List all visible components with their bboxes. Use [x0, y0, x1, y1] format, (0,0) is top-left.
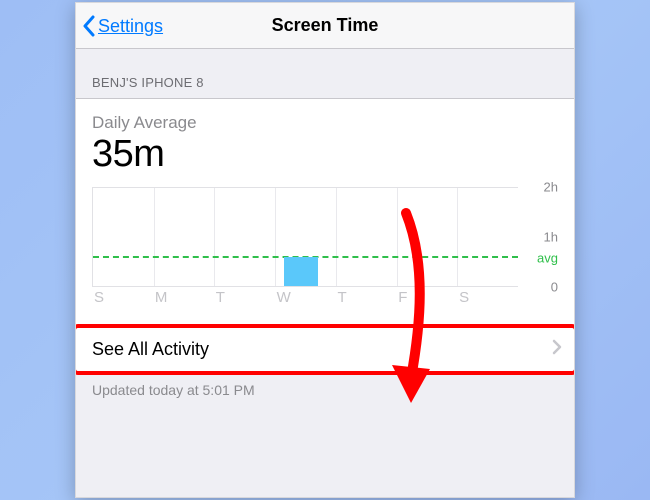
back-button[interactable]: Settings — [82, 3, 163, 49]
screen-time-screen: Settings Screen Time BENJ'S IPHONE 8 Dai… — [75, 2, 575, 498]
updated-label: Updated today at 5:01 PM — [76, 374, 574, 398]
chart-y-tick: 1h — [544, 229, 558, 244]
daily-average-label: Daily Average — [92, 113, 558, 133]
see-all-activity-row[interactable]: See All Activity — [76, 326, 574, 373]
chart-plot-area — [92, 187, 518, 287]
navbar: Settings Screen Time — [76, 3, 574, 49]
chart-y-tick: 0 — [551, 279, 558, 294]
page-title: Screen Time — [272, 15, 379, 36]
daily-average-card: Daily Average 35m 01h2havgSMTWTFS See Al… — [76, 98, 574, 374]
chart-x-tick: S — [92, 289, 153, 313]
chart-x-tick: T — [335, 289, 396, 313]
chart-x-tick: T — [214, 289, 275, 313]
chart-y-tick: 2h — [544, 179, 558, 194]
chart-x-tick: F — [396, 289, 457, 313]
chart-avg-label: avg — [537, 250, 558, 265]
section-header: BENJ'S IPHONE 8 — [76, 49, 574, 98]
usage-chart: 01h2havgSMTWTFS — [76, 181, 574, 325]
chart-x-tick: W — [275, 289, 336, 313]
chart-y-axis: 01h2havg — [518, 187, 558, 287]
chart-x-tick: M — [153, 289, 214, 313]
see-all-activity-label: See All Activity — [92, 339, 209, 360]
daily-average-value: 35m — [92, 133, 558, 177]
chart-x-tick: S — [457, 289, 518, 313]
back-label: Settings — [98, 16, 163, 37]
chevron-right-icon — [552, 339, 562, 360]
chevron-left-icon — [82, 15, 96, 37]
chart-bar — [284, 257, 317, 286]
chart-x-axis: SMTWTFS — [92, 289, 518, 313]
